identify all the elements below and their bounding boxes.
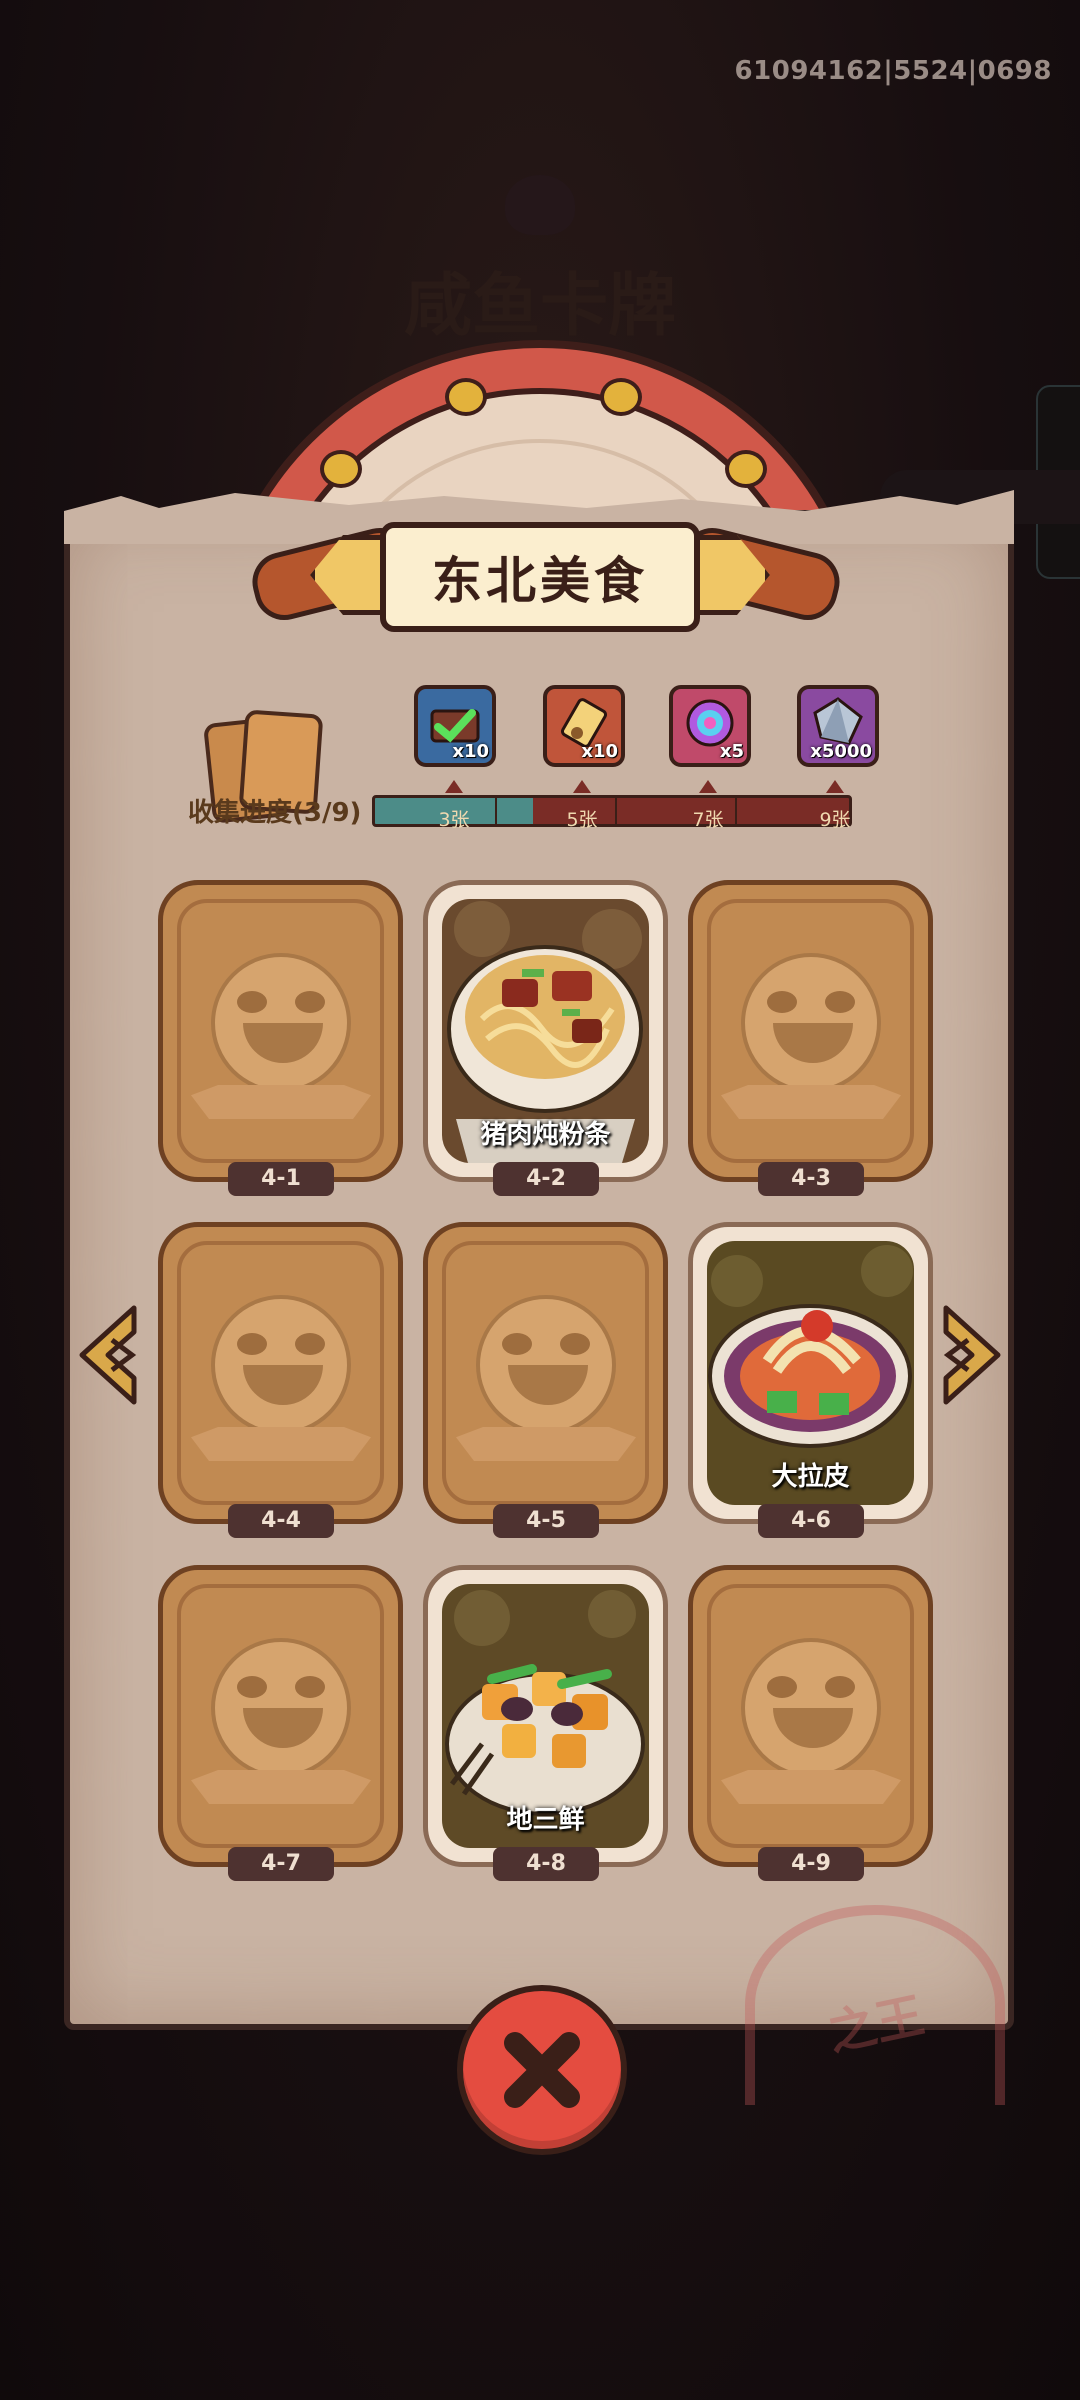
drum-stud: [445, 378, 487, 416]
reward-qty: x10: [581, 741, 618, 762]
locked-card-back: [688, 1565, 933, 1867]
next-page-button[interactable]: [938, 1300, 1008, 1410]
card-number-tag: 4-7: [228, 1847, 334, 1881]
milestone-marker: [699, 780, 717, 793]
card-slot-4-3[interactable]: 4-3: [688, 880, 933, 1196]
dish-name: 猪肉炖粉条: [480, 1120, 611, 1150]
locked-card-back: [158, 880, 403, 1182]
card-number-tag: 4-8: [493, 1847, 599, 1881]
close-icon: [504, 2032, 580, 2108]
stamp-seal: 之王: [745, 1905, 1005, 2105]
panel-title: 东北美食: [432, 552, 648, 610]
dish-image-di-san-xian: 地三鲜: [442, 1584, 649, 1848]
milestone-label: 3张: [438, 809, 470, 831]
card-number-tag: 4-4: [228, 1504, 334, 1538]
reward-qty: x5000: [810, 741, 872, 762]
collection-progress-label: 收集进度(3/9): [188, 798, 362, 828]
card-number-tag: 4-2: [493, 1162, 599, 1196]
arrow-right-icon: [943, 1305, 1001, 1405]
background-logo: [505, 175, 575, 235]
unlocked-card: 猪肉炖粉条: [423, 880, 668, 1182]
card-number-tag: 4-9: [758, 1847, 864, 1881]
milestone-marker: [826, 780, 844, 793]
locked-card-back: [158, 1565, 403, 1867]
reward-key-ticket[interactable]: x10: [543, 685, 625, 767]
title-banner: 东北美食: [380, 522, 700, 632]
milestone-label: 5张: [566, 809, 598, 831]
card-slot-4-7[interactable]: 4-7: [158, 1565, 403, 1881]
milestone-marker: [573, 780, 591, 793]
drum-stud: [600, 378, 642, 416]
reward-chest-ticket[interactable]: x10: [414, 685, 496, 767]
milestone-marker: [445, 780, 463, 793]
unlocked-card: 大拉皮: [688, 1222, 933, 1524]
card-number-tag: 4-3: [758, 1162, 864, 1196]
reward-qty: x5: [719, 741, 744, 762]
card-slot-4-4[interactable]: 4-4: [158, 1222, 403, 1538]
debug-id-text: 61094162|5524|0698: [734, 56, 1052, 86]
unlocked-card: 地三鲜: [423, 1565, 668, 1867]
drum-stud: [725, 450, 767, 488]
card-slot-4-1[interactable]: 4-1: [158, 880, 403, 1196]
dish-image-pork-noodles: 猪肉炖粉条: [442, 899, 649, 1163]
reward-rainbow-disc[interactable]: x5: [669, 685, 751, 767]
card-number-tag: 4-5: [493, 1504, 599, 1538]
locked-card-back: [688, 880, 933, 1182]
milestone-label: 7张: [692, 809, 724, 831]
arrow-left-icon: [79, 1305, 137, 1405]
background-title: 咸鱼卡牌: [403, 267, 676, 346]
reward-qty: x10: [452, 741, 489, 762]
card-slot-4-9[interactable]: 4-9: [688, 1565, 933, 1881]
prev-page-button[interactable]: [72, 1300, 142, 1410]
card-slot-4-5[interactable]: 4-5: [423, 1222, 668, 1538]
dish-name: 大拉皮: [771, 1462, 850, 1492]
locked-card-back: [423, 1222, 668, 1524]
close-button[interactable]: [457, 1985, 627, 2155]
card-number-tag: 4-1: [228, 1162, 334, 1196]
reward-crystal-gem[interactable]: x5000: [797, 685, 879, 767]
drum-stud: [320, 450, 362, 488]
milestone-label: 9张: [819, 809, 851, 831]
game-screen: 61094162|5524|0698 咸鱼卡牌 之王 东北美食 收集进度(3/9…: [0, 0, 1080, 2400]
dish-name: 地三鲜: [506, 1805, 585, 1835]
card-number-tag: 4-6: [758, 1504, 864, 1538]
card-slot-4-8[interactable]: 地三鲜 4-8: [423, 1565, 668, 1881]
locked-card-back: [158, 1222, 403, 1524]
card-slot-4-2[interactable]: 猪肉炖粉条 4-2: [423, 880, 668, 1196]
card-slot-4-6[interactable]: 大拉皮 4-6: [688, 1222, 933, 1538]
dish-image-da-la-pi: 大拉皮: [707, 1241, 914, 1505]
